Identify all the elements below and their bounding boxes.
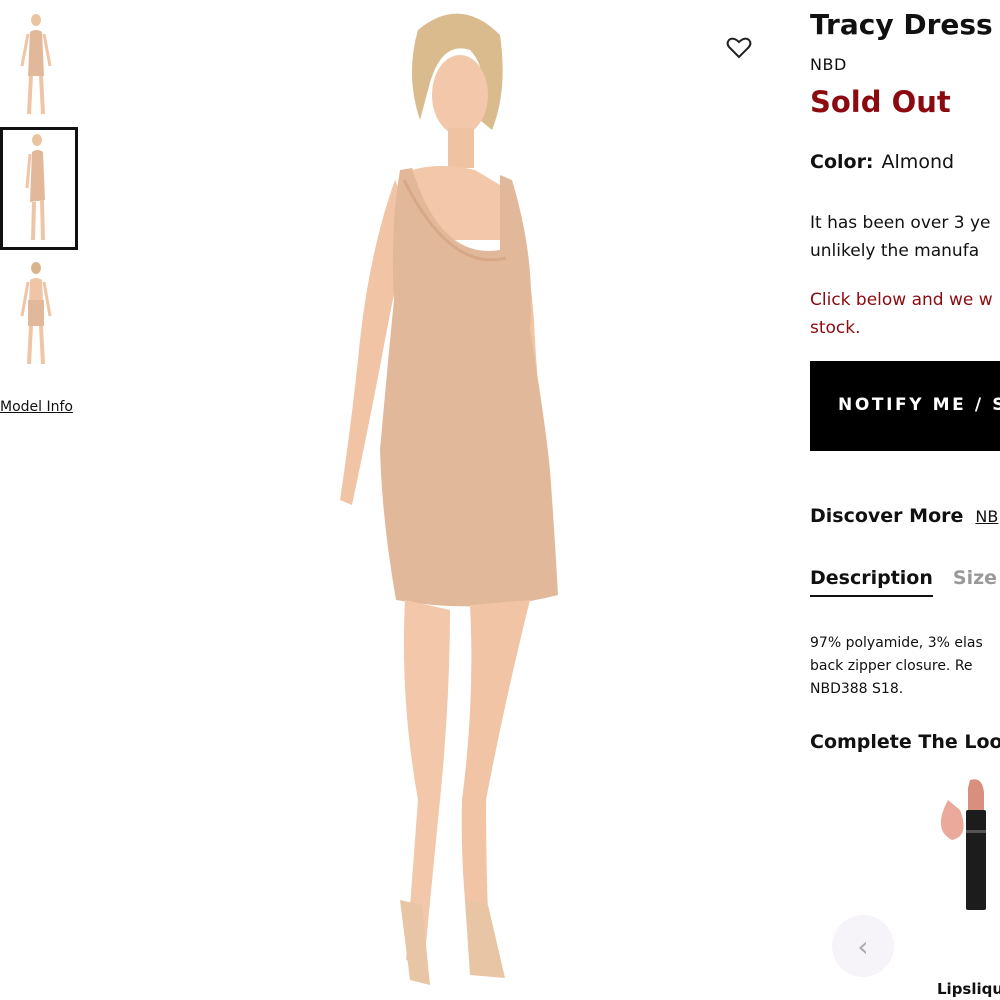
availability-notice: It has been over 3 ye unlikely the manuf…: [810, 209, 990, 265]
restock-notice: Click below and we w stock.: [810, 286, 993, 342]
tab-size[interactable]: Size: [953, 567, 997, 595]
product-details-panel: Tracy Dress NBD Sold Out Color: Almond It…: [810, 0, 1000, 1000]
chevron-left-icon: ‹: [857, 929, 869, 963]
thumbnail-front-image: [0, 6, 76, 124]
product-description: 97% polyamide, 3% elas back zipper closu…: [810, 632, 983, 701]
complete-the-look-heading: Complete The Loo: [810, 731, 1000, 753]
main-product-image[interactable]: [300, 0, 620, 1000]
discover-more-row: Discover More NB: [810, 505, 998, 527]
wishlist-heart-icon[interactable]: [726, 36, 752, 60]
restock-notice-line: Click below and we w: [810, 290, 993, 310]
description-line: NBD388 S18.: [810, 681, 904, 697]
sold-out-status: Sold Out: [810, 85, 951, 119]
color-row: Color: Almond: [810, 151, 954, 173]
product-title: Tracy Dress: [810, 8, 993, 41]
availability-notice-line: It has been over 3 ye: [810, 213, 991, 233]
description-line: 97% polyamide, 3% elas: [810, 635, 983, 651]
color-label: Color:: [810, 151, 874, 173]
description-line: back zipper closure. Re: [810, 658, 973, 674]
thumbnail-side[interactable]: [0, 127, 78, 250]
notify-me-button[interactable]: NOTIFY ME / S: [810, 361, 1000, 451]
model-info-link[interactable]: Model Info: [0, 399, 73, 415]
discover-more-link[interactable]: NB: [975, 507, 998, 526]
restock-notice-line: stock.: [810, 318, 861, 338]
color-value: Almond: [881, 151, 955, 173]
complete-look-product-name[interactable]: Lipsliqu: [937, 980, 1000, 998]
product-tabs: Description Size: [810, 567, 997, 597]
lipstick-product-image[interactable]: [930, 770, 1000, 920]
carousel-prev-button[interactable]: ‹: [832, 915, 894, 977]
model-photo: [300, 0, 620, 1000]
availability-notice-line: unlikely the manufa: [810, 241, 980, 261]
product-brand[interactable]: NBD: [810, 55, 847, 74]
thumbnail-front[interactable]: [0, 6, 76, 124]
thumbnail-back[interactable]: [0, 254, 76, 372]
tab-description[interactable]: Description: [810, 567, 933, 597]
discover-more-label: Discover More: [810, 505, 964, 527]
thumbnail-side-image: [3, 130, 75, 247]
thumbnail-back-image: [0, 254, 76, 372]
